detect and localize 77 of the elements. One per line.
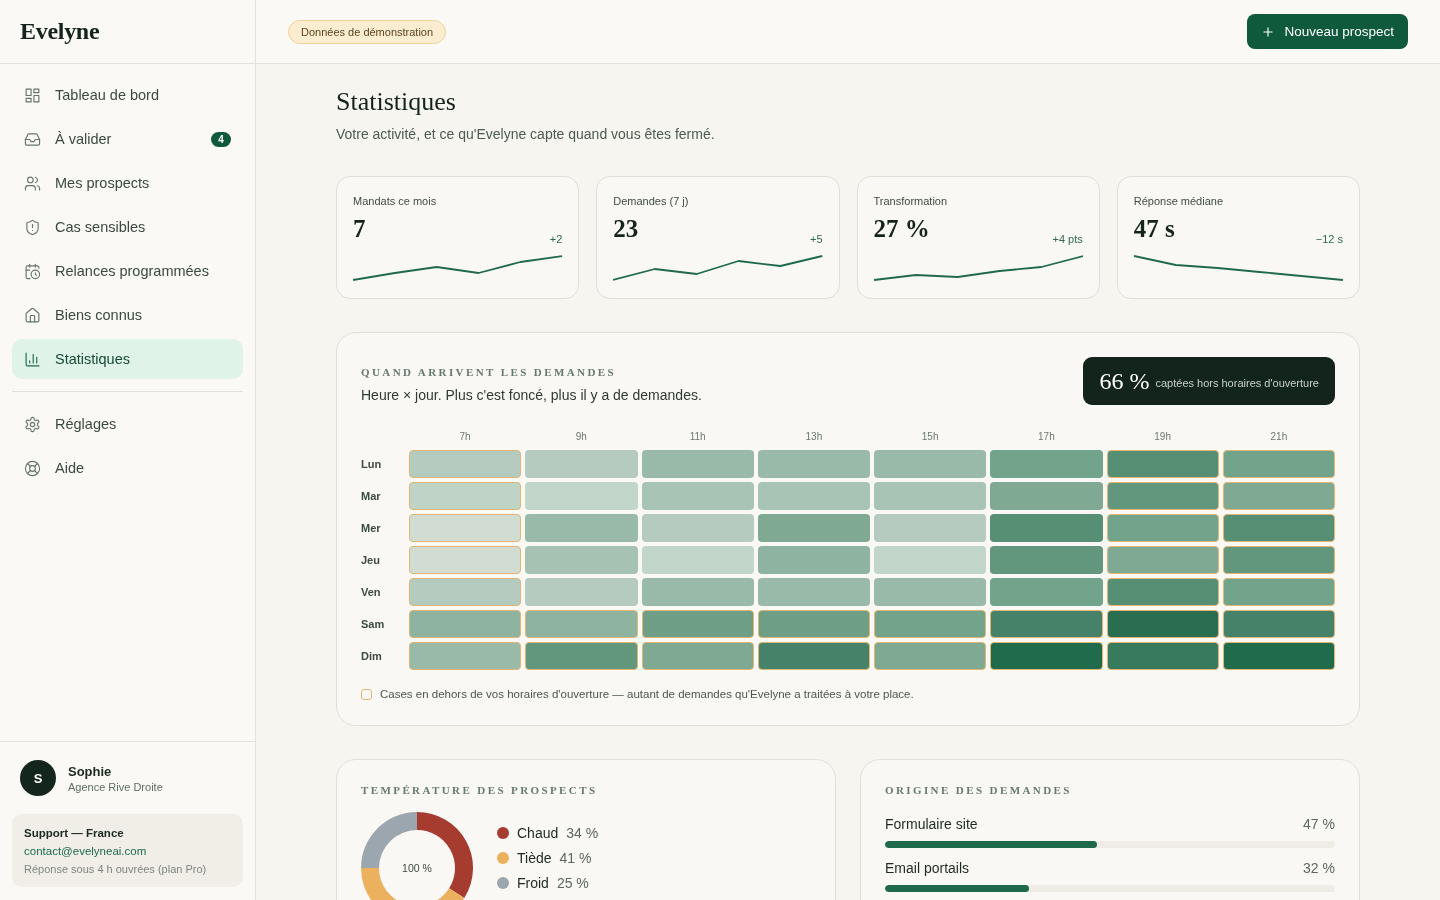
kpi-label: Mandats ce mois — [353, 194, 438, 208]
hour-label: 13h — [804, 430, 824, 444]
origin-value: 47 % — [1303, 815, 1335, 834]
nav-item[interactable]: Statistiques — [12, 339, 243, 379]
legend-text: Cases en dehors de vos horaires d'ouverture — autant de demandes qu'Evelyne a traitées à votre place. — [380, 687, 914, 702]
hour-label: 9h — [574, 430, 588, 444]
section-title: TEMPÉRATURE DES PROSPECTS — [361, 784, 598, 796]
hour-label: 19h — [1153, 430, 1172, 444]
origin-value: 32 % — [1303, 859, 1335, 878]
nav-item[interactable]: Cas sensibles — [12, 207, 243, 247]
day-label: Ven — [361, 585, 382, 600]
kpi-delta: +2 — [549, 233, 563, 245]
donut-center-label: 100 % — [402, 862, 432, 874]
dashboard-icon — [24, 86, 41, 104]
settings-icon — [24, 415, 41, 433]
kpi-delta: +5 — [809, 233, 823, 245]
kpi-value: 27 % — [873, 215, 930, 243]
kpi-delta: +4 pts — [1052, 233, 1083, 245]
kpi-delta: −12 s — [1315, 233, 1343, 245]
day-label: Mer — [361, 521, 382, 536]
lifebuoy-icon — [24, 459, 41, 477]
support-title: Support — France — [24, 826, 125, 841]
nav-item[interactable]: Relances programmées — [12, 251, 243, 291]
page-title: Statistiques — [336, 87, 457, 117]
day-label: Jeu — [361, 553, 381, 568]
kpi-label: Réponse médiane — [1133, 194, 1225, 208]
nav-item[interactable]: À valider 4 — [12, 119, 243, 159]
day-label: Sam — [361, 617, 386, 632]
avatar: S — [20, 760, 56, 796]
kpi-value: 7 — [353, 215, 366, 243]
plus-icon — [1261, 24, 1276, 39]
nav-item[interactable]: Mes prospects — [12, 163, 243, 203]
day-label: Lun — [361, 457, 383, 472]
hour-label: 17h — [1037, 430, 1056, 444]
legend-label: Chaud — [517, 824, 559, 842]
new-prospect-button[interactable]: Nouveau prospect — [1247, 14, 1408, 49]
nav-item[interactable]: Tableau de bord — [12, 75, 243, 115]
legend-label: Froid — [517, 874, 549, 892]
inbox-icon — [24, 130, 41, 148]
section-title: QUAND ARRIVENT LES DEMANDES — [361, 365, 617, 379]
page-subtitle: Votre activité, et ce qu'Evelyne capte quand vous êtes fermé. — [336, 125, 716, 144]
shield-alert-icon — [24, 218, 41, 236]
origin-label: Email portails — [885, 859, 970, 878]
hour-label: 11h — [688, 430, 707, 444]
kpi-label: Transformation — [873, 194, 949, 208]
nav-item[interactable]: Biens connus — [12, 295, 243, 335]
support-note: Réponse sous 4 h ouvrées (plan Pro) — [24, 862, 208, 877]
bar-chart-icon — [24, 350, 41, 368]
nav-item[interactable]: Aide — [12, 448, 243, 488]
legend-label: Tiède — [517, 849, 552, 867]
hour-label: 21h — [1269, 430, 1289, 444]
origin-label: Formulaire site — [885, 815, 978, 834]
house-icon — [24, 306, 41, 324]
legend-value: 25 % — [556, 874, 589, 892]
hour-label: 7h — [458, 430, 472, 444]
day-label: Dim — [361, 649, 383, 664]
callout-caption: captées hors horaires d'ouverture — [1155, 376, 1319, 389]
kpi-value: 23 — [613, 215, 639, 243]
legend-value: 34 % — [566, 824, 599, 842]
user-name: Sophie — [68, 763, 113, 779]
calendar-clock-icon — [24, 262, 41, 280]
agency-name: Agence Rive Droite — [68, 780, 163, 793]
email-link[interactable]: contact@evelyneai.com — [24, 843, 231, 859]
legend-swatch-icon — [361, 688, 372, 700]
users-icon — [24, 174, 41, 192]
day-label: Mar — [361, 489, 382, 504]
kpi-label: Demandes (7 j) — [613, 194, 690, 208]
nav-item[interactable]: Réglages — [12, 404, 243, 444]
hour-label: 15h — [920, 430, 940, 444]
callout-value: 66 % — [1099, 367, 1150, 395]
section-title: ORIGINE DES DEMANDES — [885, 784, 1072, 796]
kpi-value: 47 s — [1133, 215, 1175, 243]
demo-badge: Données de démonstration — [288, 19, 447, 44]
app-logo: Evelyne — [20, 18, 100, 45]
section-subtitle: Heure × jour. Plus c'est foncé, plus il y a de demandes. — [361, 386, 702, 405]
count-badge: 4 — [211, 131, 231, 147]
legend-value: 41 % — [559, 849, 592, 867]
